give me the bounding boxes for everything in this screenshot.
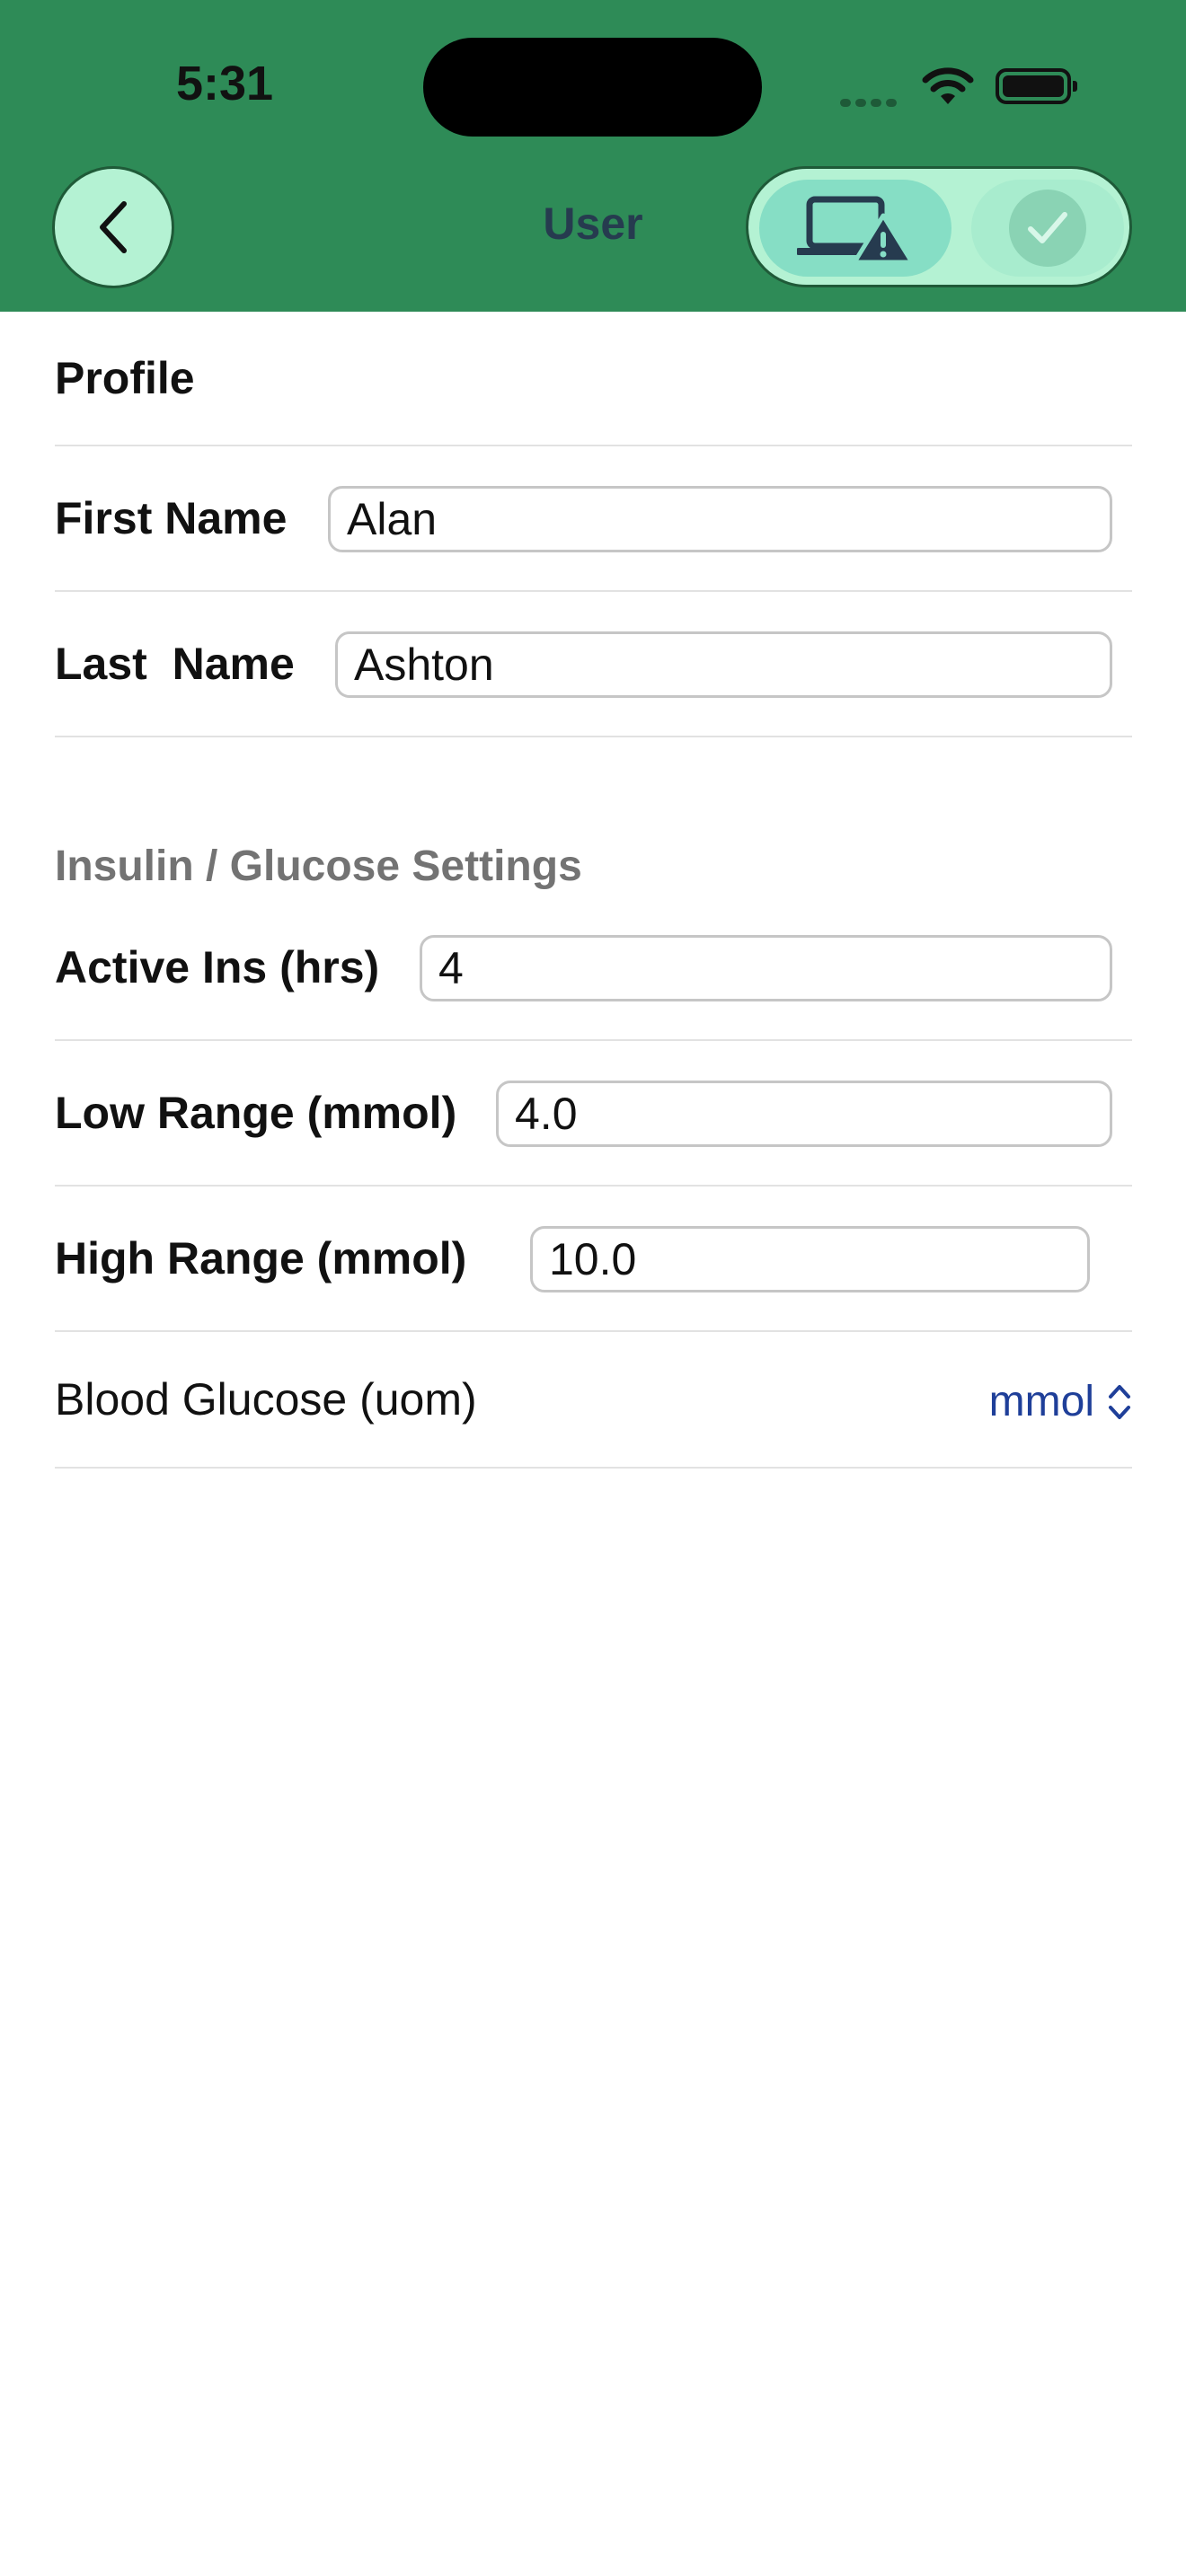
user-settings-screen: 5:31 User Profile First Name Alan Last N… bbox=[0, 0, 1186, 2576]
battery-icon bbox=[996, 68, 1077, 104]
high-range-field[interactable] bbox=[530, 1226, 1090, 1292]
first-name-label: First Name bbox=[55, 493, 288, 543]
wifi-icon bbox=[922, 67, 974, 104]
status-time: 5:31 bbox=[176, 57, 274, 110]
last-name-field[interactable] bbox=[335, 631, 1112, 698]
section-title-profile: Profile bbox=[55, 353, 195, 403]
device-warning-button[interactable] bbox=[759, 180, 951, 277]
checkmark-circle bbox=[1009, 190, 1086, 267]
low-range-row: Low Range (mmol) bbox=[55, 1041, 1132, 1187]
high-range-label: High Range (mmol) bbox=[55, 1233, 467, 1284]
high-range-row: High Range (mmol) bbox=[55, 1187, 1132, 1332]
last-name-label: Last Name bbox=[55, 639, 295, 689]
first-name-row: First Name bbox=[55, 446, 1132, 592]
first-name-field[interactable] bbox=[328, 486, 1112, 552]
low-range-label: Low Range (mmol) bbox=[55, 1088, 457, 1138]
header-actions bbox=[746, 166, 1132, 287]
uom-picker[interactable]: mmol bbox=[989, 1377, 1132, 1426]
cellular-signal-icon bbox=[840, 95, 901, 111]
chevron-left-icon bbox=[100, 201, 127, 253]
settings-form: Profile First Name Last Name Insulin / G… bbox=[55, 312, 1132, 1469]
nav-header: 5:31 User bbox=[0, 0, 1186, 312]
low-range-field[interactable] bbox=[496, 1081, 1112, 1147]
uom-label: Blood Glucose (uom) bbox=[55, 1374, 477, 1425]
laptop-warning-icon bbox=[797, 196, 914, 264]
uom-value: mmol bbox=[988, 1378, 1094, 1425]
profile-section-header: Profile bbox=[55, 312, 1132, 446]
dynamic-island bbox=[423, 38, 762, 137]
status-indicators bbox=[836, 63, 1078, 111]
active-ins-label: Active Ins (hrs) bbox=[55, 942, 380, 992]
chevron-up-down-icon bbox=[1109, 1384, 1130, 1419]
active-ins-row: Active Ins (hrs) bbox=[55, 895, 1132, 1041]
last-name-row: Last Name bbox=[55, 592, 1132, 737]
back-button[interactable] bbox=[52, 166, 174, 288]
page-title: User bbox=[543, 198, 643, 249]
confirm-button[interactable] bbox=[971, 180, 1124, 277]
checkmark-icon bbox=[1028, 212, 1067, 243]
uom-row: Blood Glucose (uom) mmol bbox=[55, 1332, 1132, 1469]
active-ins-field[interactable] bbox=[420, 935, 1112, 1001]
section-title-insulin-glucose: Insulin / Glucose Settings bbox=[55, 842, 582, 890]
